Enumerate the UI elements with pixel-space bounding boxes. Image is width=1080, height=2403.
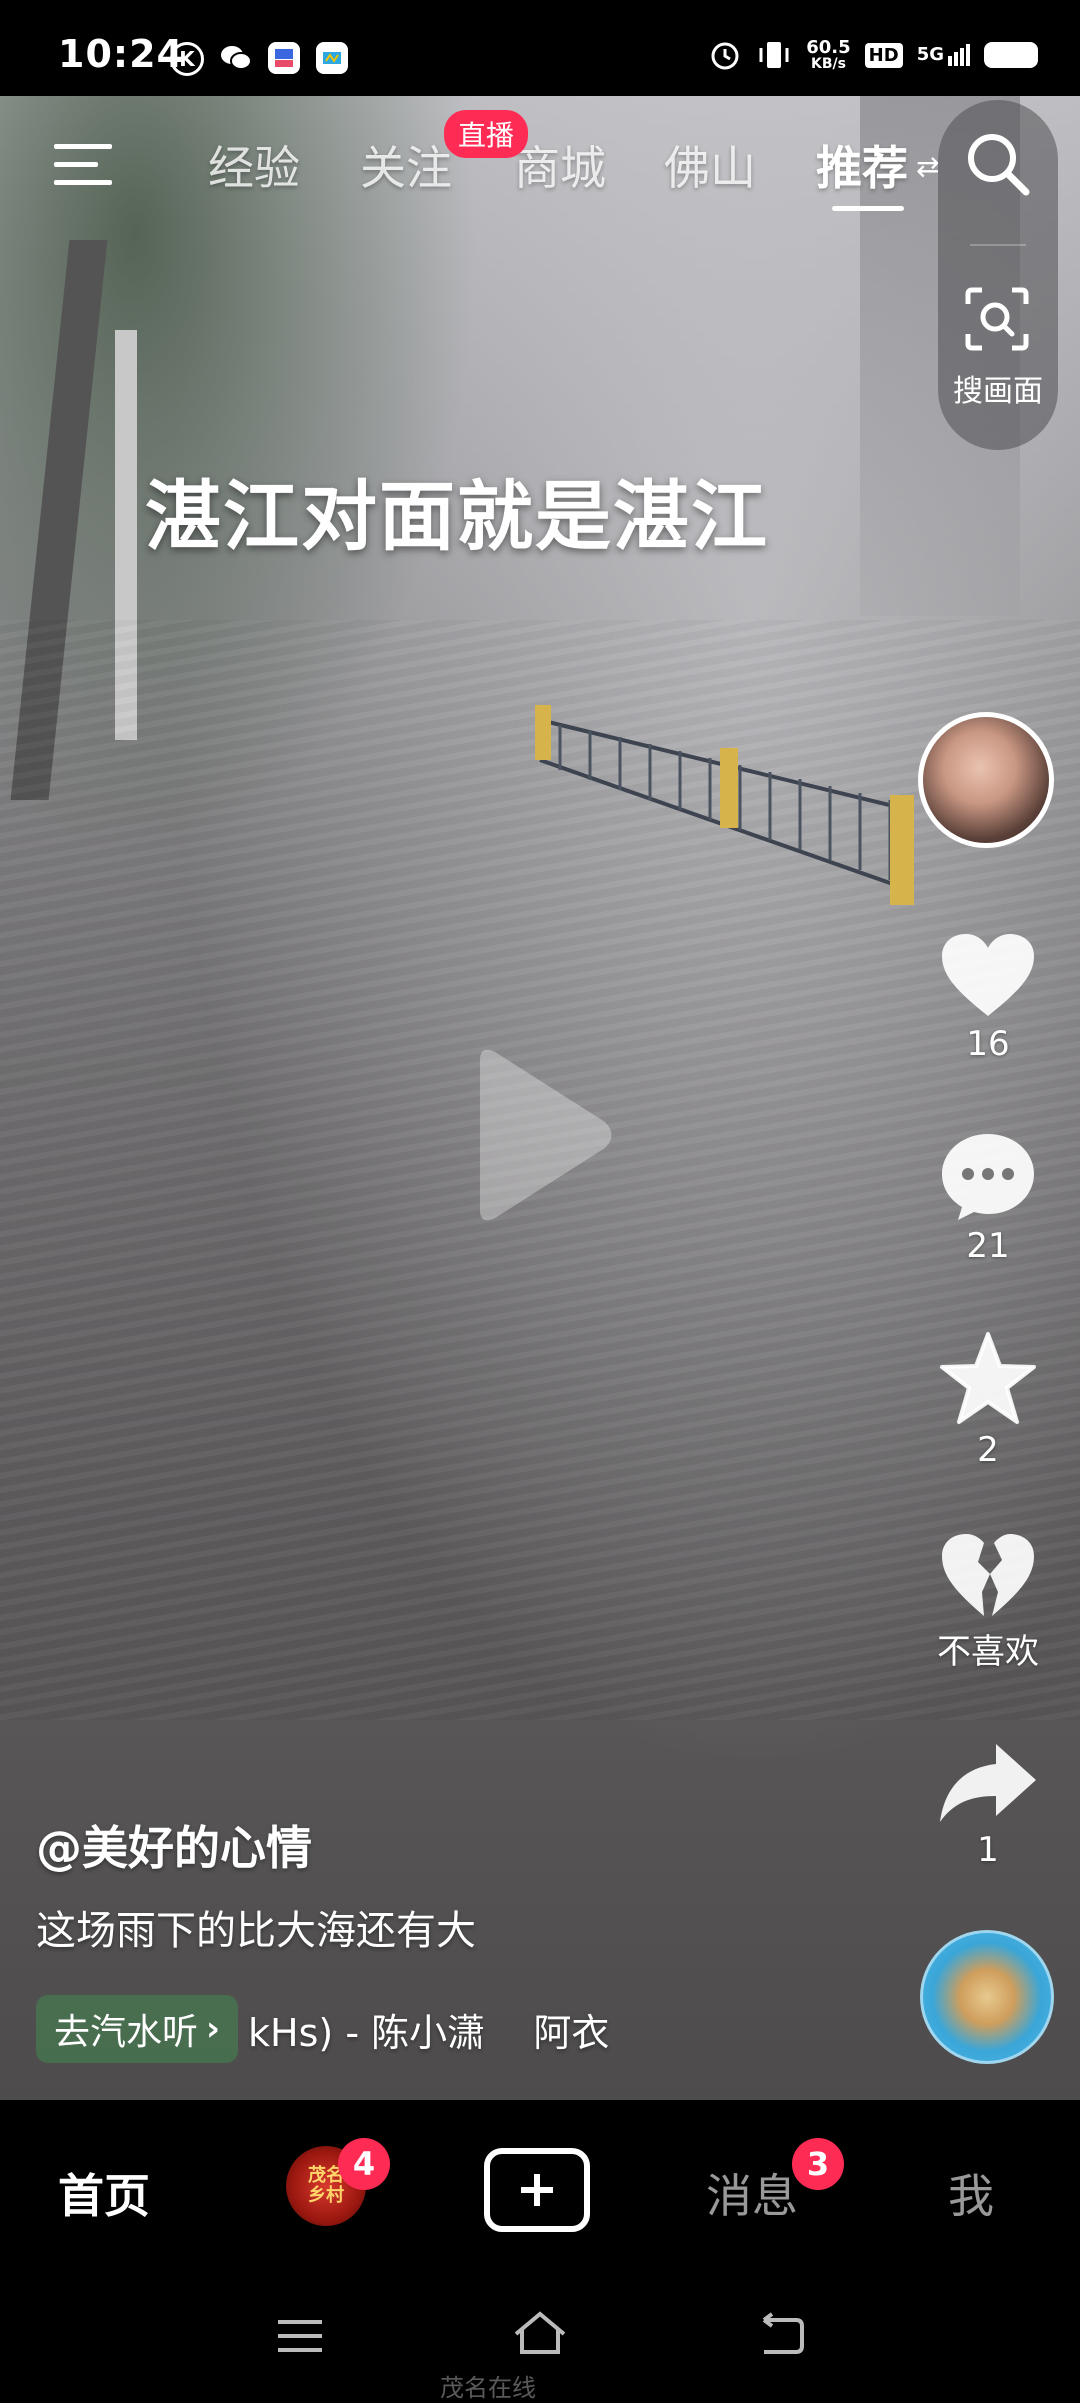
recents-icon[interactable] (276, 2316, 324, 2356)
app-icon-2 (316, 42, 348, 74)
video-overlay-text: 湛江对面就是湛江 (145, 472, 769, 561)
qishui-button[interactable]: 去汽水听 › (36, 1995, 239, 2063)
tab-tuijian[interactable]: 推荐 (816, 132, 908, 198)
k-icon: K (170, 42, 204, 76)
search-screen-label[interactable]: 搜画面 (942, 366, 1054, 410)
search-screen-icon[interactable] (964, 286, 1030, 352)
tab-guanzhu[interactable]: 关注 (360, 132, 452, 198)
share-button[interactable]: 1 (920, 1740, 1056, 1870)
chevron-right-icon: › (206, 2009, 221, 2049)
favorite-button[interactable]: 2 (920, 1330, 1056, 1470)
dislike-label: 不喜欢 (937, 1632, 1039, 1672)
comment-button[interactable]: 21 (920, 1130, 1056, 1266)
play-icon[interactable] (460, 1040, 620, 1230)
heart-icon (942, 934, 1034, 1016)
watermark: 茂名在线 (440, 2374, 536, 2402)
active-tab-underline (832, 206, 904, 211)
share-icon (940, 1744, 1036, 1822)
status-right-icons: 60.5 KB/s HD 5G (708, 38, 1038, 72)
alarm-icon (711, 42, 739, 70)
app-icon (268, 42, 300, 74)
create-button[interactable] (484, 2148, 590, 2232)
friends-badge: 4 (338, 2138, 390, 2190)
star-icon (940, 1332, 1036, 1424)
tab-foshan[interactable]: 佛山 (664, 132, 756, 198)
home-icon[interactable] (510, 2308, 570, 2358)
dislike-button[interactable]: 不喜欢 (920, 1530, 1056, 1673)
tab-switch-icon[interactable]: ⇄ (916, 150, 939, 183)
music-disc-icon[interactable] (920, 1930, 1054, 2064)
network-speed: 60.5 KB/s (806, 37, 851, 72)
video-fence (535, 705, 914, 905)
author-name[interactable]: @美好的心情 (36, 1812, 312, 1878)
music-title[interactable]: kHs) - 陈小潇 阿衣 (248, 2002, 609, 2057)
battery-icon (984, 42, 1038, 68)
author-avatar[interactable] (918, 712, 1054, 848)
comment-icon (942, 1134, 1034, 1220)
tab-messages[interactable]: 消息 (706, 2160, 798, 2226)
tab-me[interactable]: 我 (948, 2160, 994, 2226)
music-line: 去汽水听 › kHs) - 陈小潇 阿衣 (36, 1995, 609, 2063)
back-icon[interactable] (756, 2312, 806, 2356)
share-count: 1 (977, 1830, 999, 1870)
plus-icon (521, 2174, 553, 2206)
vibrate-icon (759, 42, 789, 68)
messages-badge: 3 (792, 2138, 844, 2190)
hd-icon: HD (864, 42, 903, 68)
tab-jingyan[interactable]: 经验 (208, 132, 300, 198)
broken-heart-icon (942, 1534, 1034, 1616)
search-icon[interactable] (962, 128, 1032, 198)
like-count: 16 (966, 1024, 1010, 1064)
comment-count: 21 (966, 1226, 1010, 1266)
wechat-icon (220, 42, 252, 74)
tab-shangcheng[interactable]: 商城 (514, 132, 606, 198)
signal-icon: 5G (917, 44, 970, 66)
status-time: 10:24 (58, 32, 184, 76)
post-caption[interactable]: 这场雨下的比大海还有大 (36, 1898, 476, 1956)
favorite-count: 2 (977, 1430, 999, 1470)
qishui-label: 去汽水听 (54, 2012, 199, 2053)
tab-home[interactable]: 首页 (58, 2160, 150, 2226)
live-badge[interactable]: 直播 (444, 110, 529, 158)
like-button[interactable]: 16 (920, 930, 1056, 1064)
status-left-icons: K (170, 42, 348, 76)
pill-divider (970, 244, 1026, 246)
menu-icon[interactable] (54, 140, 112, 190)
